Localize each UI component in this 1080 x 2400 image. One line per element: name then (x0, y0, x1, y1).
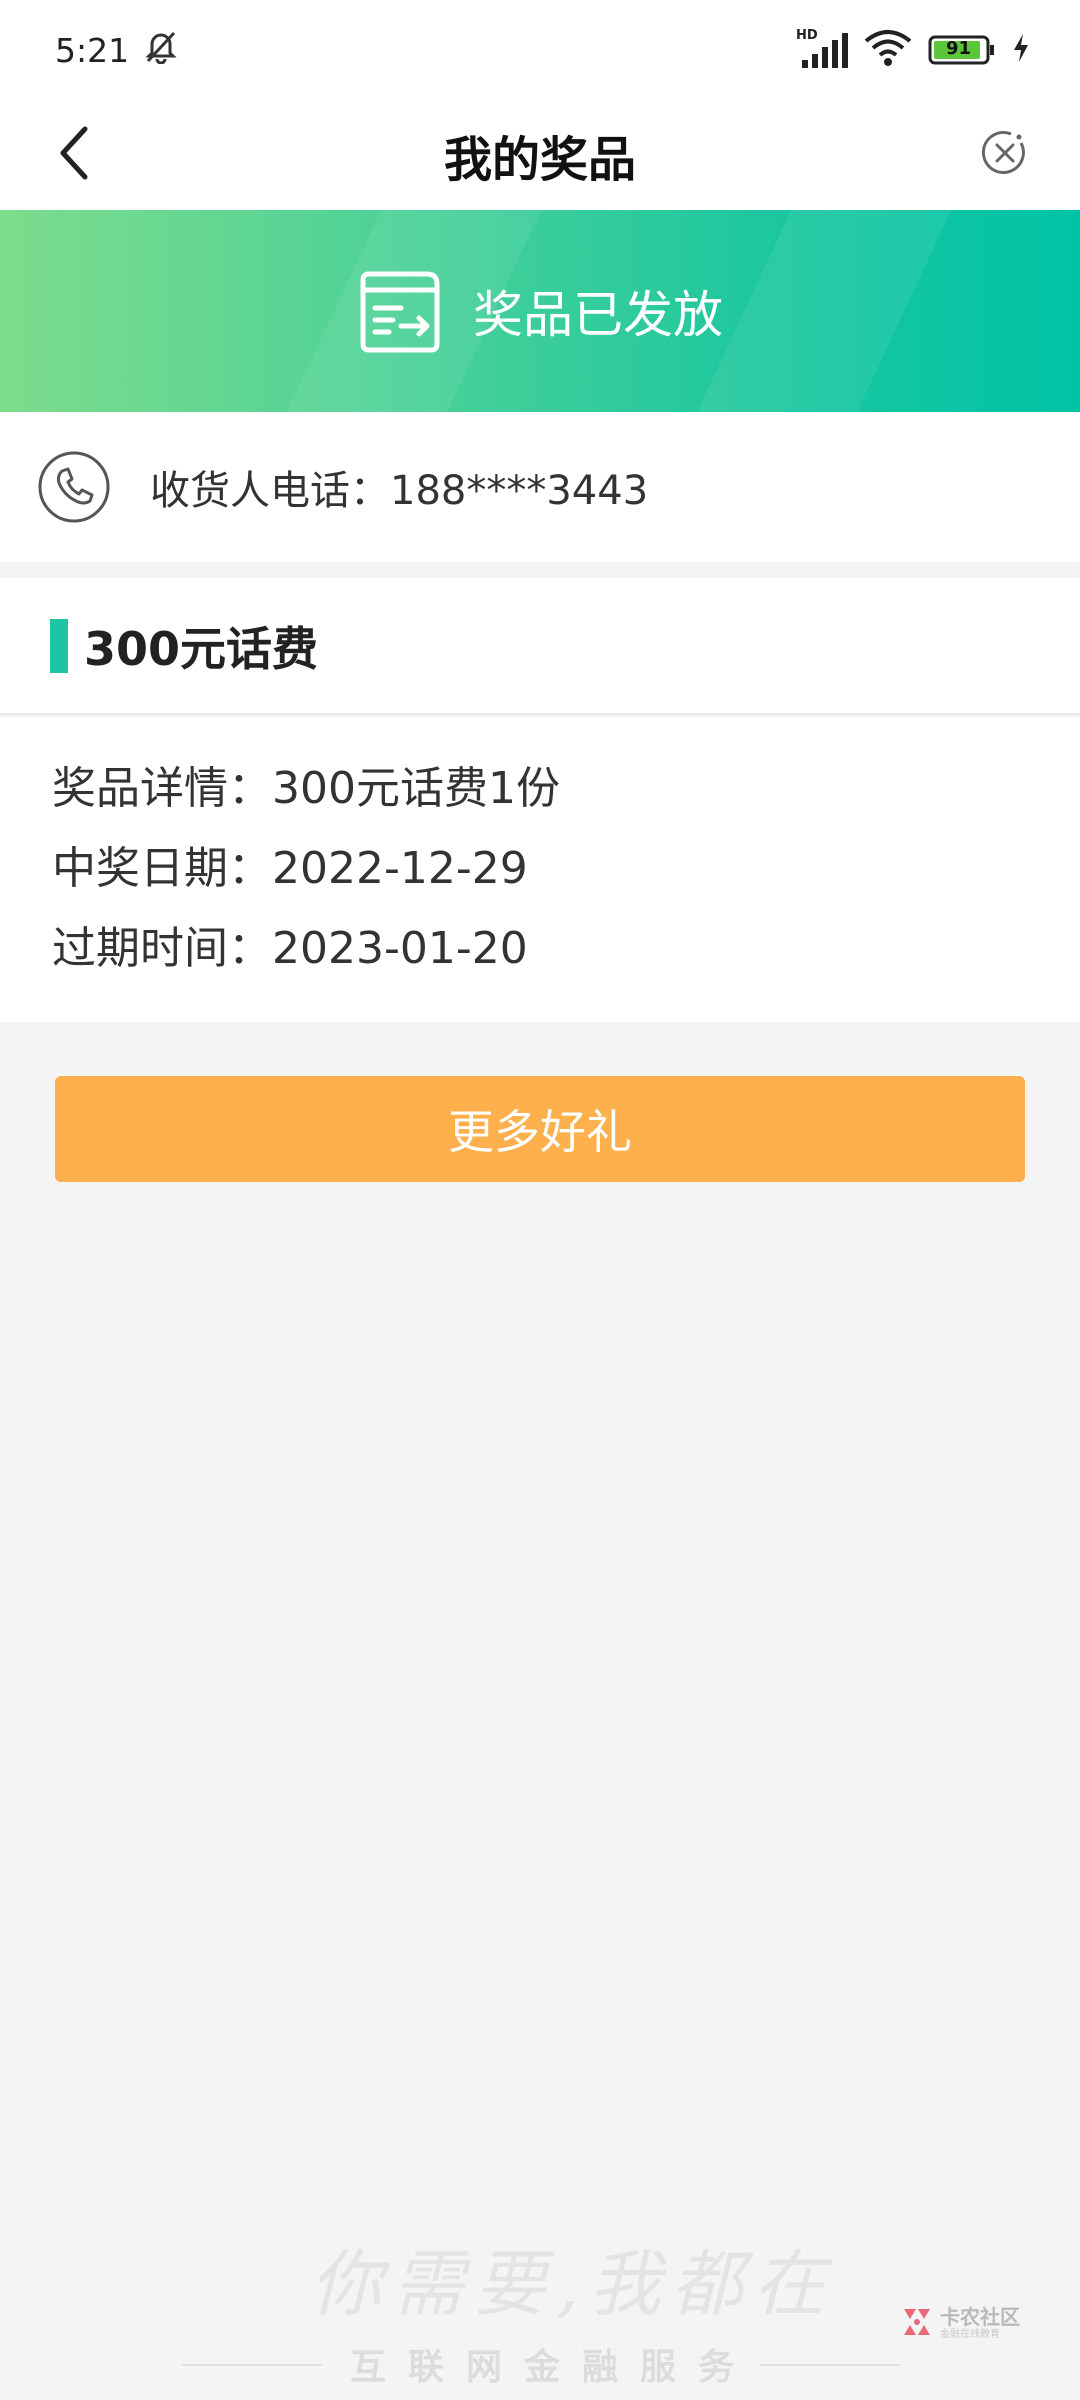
page-title: 我的奖品 (443, 132, 636, 188)
brand-logo: 卡农社区 金融在线教育 (900, 2305, 1020, 2343)
status-bar: 5:21 HD 91 (0, 0, 1080, 100)
win-date-line: 中奖日期：2022-12-29 (52, 843, 528, 894)
clock: 5:21 (55, 30, 130, 70)
status-banner: 奖品已发放 (0, 210, 1080, 412)
phone-icon (36, 449, 112, 525)
charging-icon (1012, 32, 1030, 68)
status-bar-right: HD 91 (796, 28, 1030, 71)
brand-mark-icon (900, 2305, 934, 2343)
chevron-left-icon (55, 125, 95, 185)
watermark-slogan: 你需要,我都在 (310, 2242, 835, 2326)
contact-row: 收货人电话：188****3443 (0, 412, 1080, 562)
close-circle-icon (981, 129, 1029, 181)
prize-card-header: 300元话费 (0, 578, 1080, 715)
prize-title: 300元话费 (84, 621, 319, 676)
watermark-divider-left (182, 2364, 322, 2366)
watermark-divider-right (760, 2364, 900, 2366)
close-button[interactable] (970, 120, 1040, 190)
back-button[interactable] (40, 120, 110, 190)
prize-details: 奖品详情：300元话费1份 中奖日期：2022-12-29 过期时间：2023-… (0, 717, 1080, 1022)
banner-stripe (688, 210, 952, 412)
bell-muted-icon (143, 28, 179, 72)
more-gifts-button[interactable]: 更多好礼 (55, 1076, 1025, 1182)
recipient-phone: 收货人电话：188****3443 (150, 468, 649, 514)
prize-detail-line: 奖品详情：300元话费1份 (52, 763, 560, 814)
prize-status-text: 奖品已发放 (473, 286, 723, 344)
battery-icon: 91 (928, 34, 996, 66)
brand-name: 卡农社区 (940, 2305, 1020, 2329)
battery-level: 91 (946, 38, 972, 59)
status-bar-left: 5:21 (55, 28, 179, 72)
brand-text: 卡农社区 金融在线教育 (940, 2306, 1020, 2342)
signal-icon: HD (796, 28, 848, 70)
nav-bar: 我的奖品 (0, 100, 1080, 210)
brand-tagline: 金融在线教育 (940, 2329, 1000, 2340)
accent-bar (50, 618, 68, 673)
watermark-subtitle: 互联网金融服务 (350, 2347, 757, 2388)
wifi-icon (864, 29, 912, 71)
delivery-box-icon (357, 268, 443, 354)
expiry-date-line: 过期时间：2023-01-20 (52, 923, 528, 974)
